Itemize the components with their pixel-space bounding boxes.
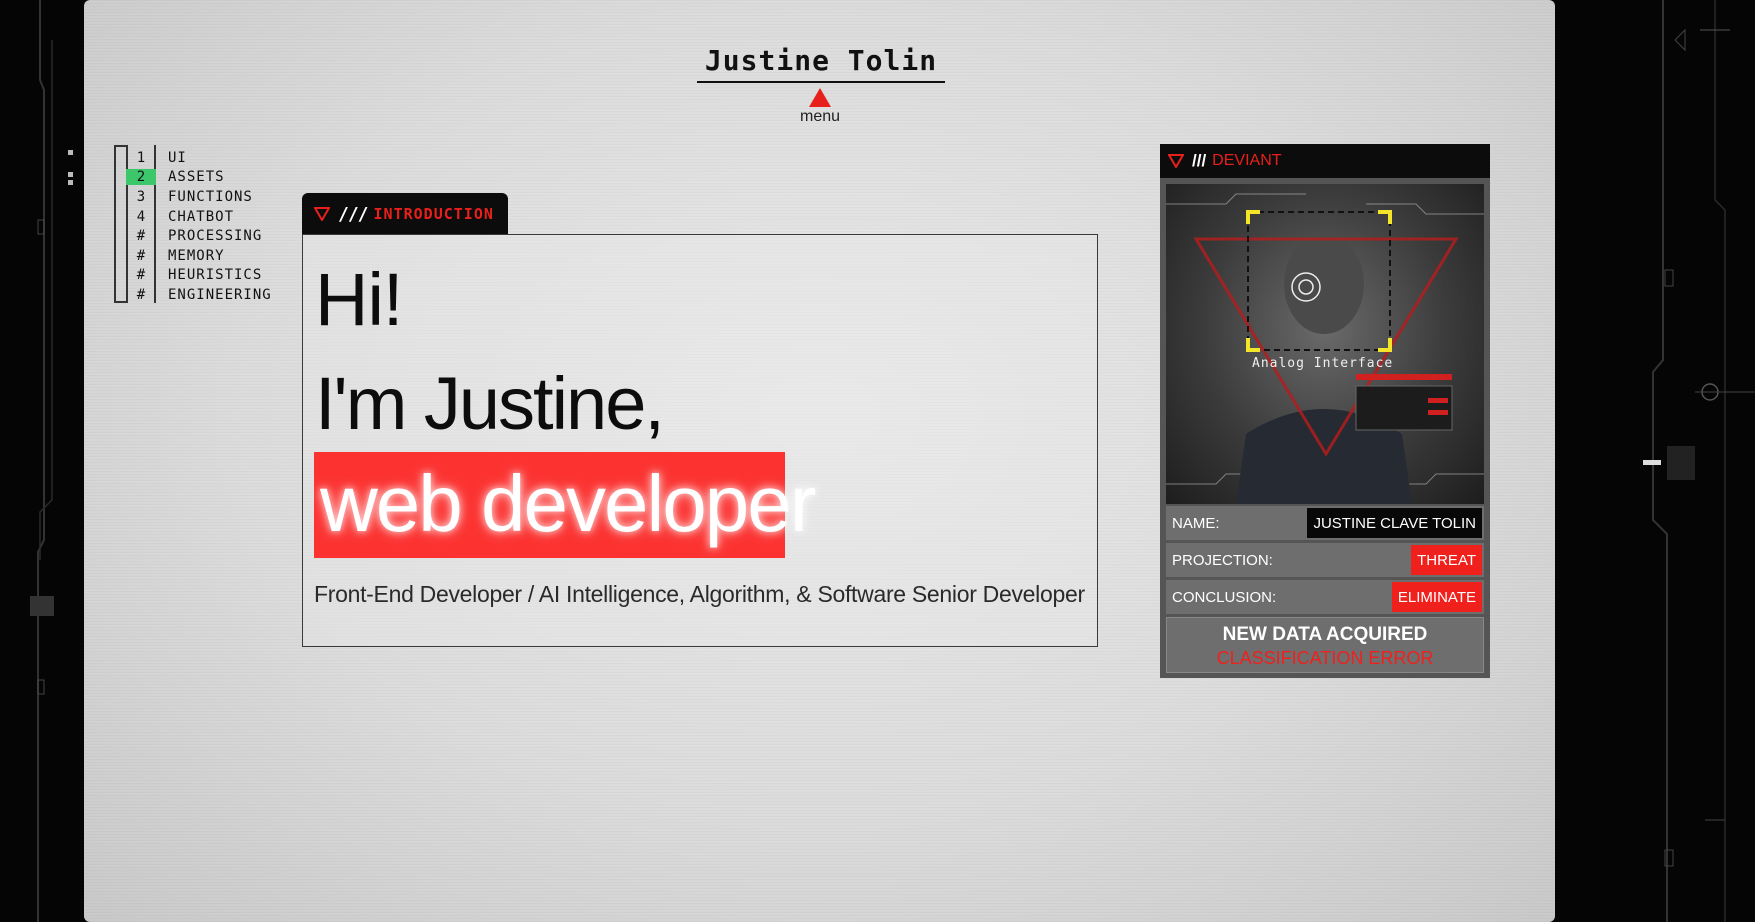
field-value: ELIMINATE <box>1391 582 1482 612</box>
nav-item-assets[interactable]: 2 ASSETS <box>126 168 272 188</box>
photo-caption: Analog Interface <box>1252 356 1394 371</box>
card-tab-slashes: /// <box>1192 151 1207 170</box>
nav-item-label: UI <box>168 149 187 166</box>
nav-item-memory[interactable]: # MEMORY <box>126 246 272 266</box>
role-highlight: web developer <box>314 452 816 558</box>
right-hud-lines <box>1643 0 1755 922</box>
left-hud-rail <box>0 0 92 922</box>
menu-label: menu <box>799 108 841 125</box>
nav-item-number: 4 <box>136 208 146 225</box>
nav-item-label: MEMORY <box>168 247 225 264</box>
nav-item-chatbot[interactable]: 4 CHATBOT <box>126 207 272 227</box>
nav-item-label: ENGINEERING <box>168 286 272 303</box>
name-line: I'm Justine, <box>315 362 665 445</box>
field-value: JUSTINE CLAVE TOLIN <box>1307 508 1482 538</box>
intro-tab: /// INTRODUCTION <box>302 193 508 235</box>
nav-item-heuristics[interactable]: # HEURISTICS <box>126 266 272 286</box>
intro-subtitle: Front-End Developer / AI Intelligence, A… <box>314 581 1085 607</box>
field-key: CONCLUSION: <box>1172 588 1277 606</box>
intro-tab-label: INTRODUCTION <box>373 205 494 223</box>
field-row-projection: PROJECTION: THREAT <box>1166 543 1484 577</box>
profile-photo: Analog Interface <box>1166 184 1484 504</box>
nav-item-label: FUNCTIONS <box>168 188 253 205</box>
intro-panel: Hi! I'm Justine, web developer Front-End… <box>302 234 1098 647</box>
nav-item-processing[interactable]: # PROCESSING <box>126 226 272 246</box>
nav-item-functions[interactable]: 3 FUNCTIONS <box>126 187 272 207</box>
left-hud-lines <box>30 0 73 922</box>
status-line-2: CLASSIFICATION ERROR <box>1216 648 1434 668</box>
field-row-conclusion: CONCLUSION: ELIMINATE <box>1166 580 1484 614</box>
card-tab-label: DEVIANT <box>1212 152 1282 169</box>
triangle-down-outline-icon <box>1168 154 1184 168</box>
nav-item-label: HEURISTICS <box>168 267 263 284</box>
nav-item-label: ASSETS <box>168 169 225 186</box>
nav-item-number: # <box>136 247 146 264</box>
nav-item-number: # <box>136 228 146 245</box>
status-block: NEW DATA ACQUIRED CLASSIFICATION ERROR <box>1166 617 1484 673</box>
photo-overlay-graphic <box>1166 193 1484 504</box>
greeting: Hi! <box>315 258 403 341</box>
site-title: Justine Tolin <box>697 44 945 83</box>
nav-item-number: # <box>136 286 146 303</box>
nav-item-number: 3 <box>136 188 146 205</box>
card-fields: NAME: JUSTINE CLAVE TOLIN PROJECTION: THREA… <box>1166 506 1484 673</box>
intro-tab-slashes: /// <box>338 203 368 225</box>
nav-item-number: 1 <box>136 149 146 166</box>
triangle-up-icon <box>809 88 831 107</box>
nav-item-ui[interactable]: 1 UI <box>126 148 272 168</box>
menu-toggle-button[interactable]: menu <box>790 88 850 126</box>
card-header: /// DEVIANT <box>1160 144 1490 178</box>
role-text: web developer <box>320 459 816 548</box>
field-value: THREAT <box>1411 545 1482 575</box>
nav-item-number: 2 <box>126 169 156 186</box>
deviant-card: /// DEVIANT Analog Interface NAME: JUSTI… <box>1160 144 1490 678</box>
triangle-down-outline-icon <box>314 207 330 221</box>
field-key: NAME: <box>1172 514 1220 532</box>
status-line-1: NEW DATA ACQUIRED <box>1222 624 1428 645</box>
nav-item-number: # <box>136 267 146 284</box>
nav-item-engineering[interactable]: # ENGINEERING <box>126 285 272 305</box>
nav-list: 1 UI 2 ASSETS 3 FUNCTIONS 4 CHATBOT # PROCESSING #… <box>126 148 272 305</box>
field-key: PROJECTION: <box>1172 551 1273 569</box>
nav-item-label: CHATBOT <box>168 208 235 225</box>
field-row-name: NAME: JUSTINE CLAVE TOLIN <box>1166 506 1484 540</box>
nav-item-label: PROCESSING <box>168 228 263 245</box>
right-hud-rail <box>1555 0 1755 922</box>
